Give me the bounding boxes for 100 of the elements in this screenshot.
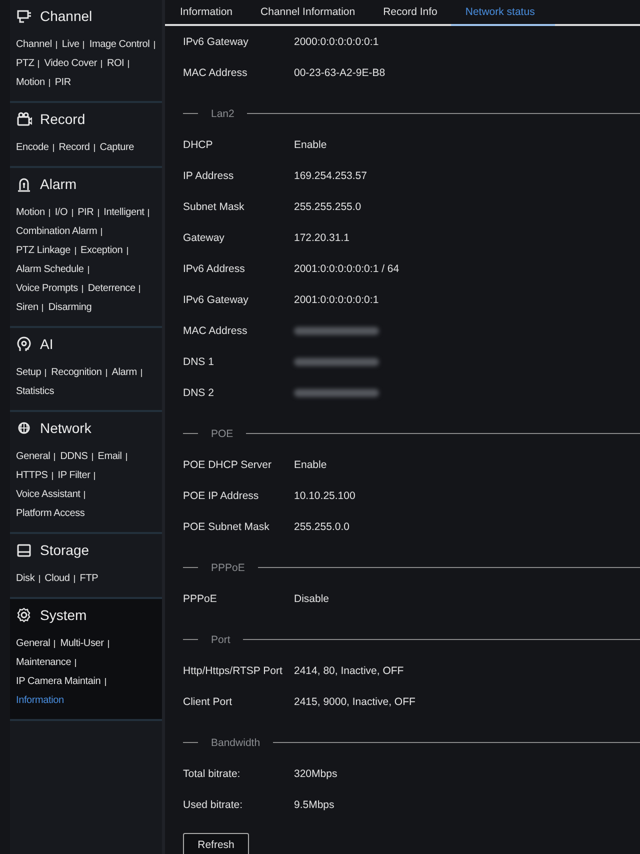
group-title: PPPoE	[211, 562, 245, 574]
field-label: IPv6 Gateway	[183, 294, 250, 306]
menu-link[interactable]: PIR	[78, 203, 94, 222]
field-label: IP Address	[183, 170, 235, 182]
field-value: 320Mbps	[294, 768, 338, 780]
field-value: 10.10.25.100	[294, 490, 356, 502]
field-label: Subnet Mask	[183, 200, 246, 212]
field-label: DNS 1	[183, 356, 215, 368]
field-label: IPv6 Gateway	[183, 36, 250, 48]
menu-link[interactable]: Information	[16, 691, 64, 710]
menu-link[interactable]: Intelligent	[104, 203, 144, 222]
field-label: DNS 2	[183, 386, 215, 398]
menu-link[interactable]: Maintenance	[16, 653, 72, 672]
tab[interactable]: Information	[166, 0, 247, 24]
menu-link[interactable]: Image Control	[89, 35, 150, 54]
group-title: POE	[211, 428, 234, 440]
field-value: Disable	[294, 592, 330, 604]
field-value: 169.254.253.57	[294, 170, 367, 182]
menu-link[interactable]: HTTPS	[16, 466, 48, 485]
field-value: 2001:0:0:0:0:0:0:1 / 64	[294, 262, 400, 274]
field-label: DHCP	[183, 138, 214, 150]
field-value: Enable	[294, 138, 327, 150]
menu-link[interactable]: General	[16, 634, 50, 653]
menu-link[interactable]: ROI	[106, 54, 124, 73]
video-camera-icon	[16, 111, 32, 127]
gear-icon	[16, 607, 32, 623]
menu-link[interactable]: Channel	[16, 35, 52, 54]
field-label: Gateway	[183, 232, 226, 244]
menu-link[interactable]: Alarm Schedule	[16, 260, 84, 279]
menu-link[interactable]: Motion	[16, 73, 45, 92]
field-value: 172.20.31.1	[294, 232, 350, 244]
section-title: AI	[40, 336, 54, 352]
field-value: 2414, 80, Inactive, OFF	[294, 664, 404, 676]
menu-link[interactable]: IP Camera Maintain	[16, 672, 101, 691]
field-value: Enable	[294, 458, 327, 470]
menu-link[interactable]: Multi-User	[60, 634, 104, 653]
field-label: POE IP Address	[183, 490, 260, 502]
tab[interactable]: Channel Information	[246, 0, 370, 24]
menu-link[interactable]: Siren	[16, 298, 38, 317]
menu-link[interactable]: PTZ	[16, 54, 34, 73]
menu-link[interactable]: Disk	[16, 569, 35, 588]
menu-link[interactable]: Capture	[100, 138, 134, 157]
field-value: 255.255.255.0	[294, 200, 362, 212]
section-title: Network	[40, 420, 92, 436]
menu-link[interactable]: Setup	[16, 363, 42, 382]
menu-link[interactable]: Email	[98, 447, 122, 466]
field-label: PPPoE	[183, 592, 218, 604]
menu-link[interactable]: Cloud	[44, 569, 70, 588]
menu-link[interactable]: FTP	[80, 569, 98, 588]
field-value: 9.5Mbps	[294, 798, 334, 810]
menu-link[interactable]: Alarm	[112, 363, 137, 382]
field-label: POE DHCP Server	[183, 458, 272, 470]
camera-icon	[16, 8, 32, 24]
field-label: MAC Address	[183, 324, 248, 336]
field-label: MAC Address	[183, 66, 248, 78]
menu-link[interactable]: I/O	[54, 203, 68, 222]
field-value: 255.255.0.0	[294, 520, 350, 532]
menu-link[interactable]: Voice Assistant	[16, 485, 80, 504]
section-title: Alarm	[40, 176, 77, 192]
field-value: 2000:0:0:0:0:0:0:1	[294, 36, 379, 48]
refresh-button[interactable]: Refresh	[183, 833, 249, 854]
field-value: 00-23-63-A2-9E-B8	[294, 66, 386, 78]
section-title: Channel	[40, 8, 92, 24]
field-label: Total bitrate:	[183, 768, 242, 780]
tab[interactable]: Record Info	[369, 0, 452, 24]
field-label: POE Subnet Mask	[183, 520, 270, 532]
group-title: Port	[211, 634, 230, 646]
field-value: 2415, 9000, Inactive, OFF	[294, 696, 416, 708]
field-label: Http/Https/RTSP Port	[183, 664, 284, 676]
menu-link[interactable]: Combination Alarm	[16, 222, 98, 241]
menu-link[interactable]: PIR	[54, 73, 71, 92]
menu-link[interactable]: IP Filter	[58, 466, 90, 485]
field-value: 2001:0:0:0:0:0:0:1	[294, 294, 379, 306]
menu-link[interactable]: Live	[62, 35, 80, 54]
menu-link[interactable]: Platform Access	[16, 504, 85, 523]
tab[interactable]: Network status	[451, 0, 555, 26]
menu-link[interactable]: Statistics	[16, 382, 54, 401]
field-label: Client Port	[183, 696, 234, 708]
section-title: System	[40, 607, 87, 623]
group-title: Bandwidth	[211, 736, 260, 748]
menu-link[interactable]: General	[16, 447, 50, 466]
group-title: Lan2	[211, 108, 234, 120]
section-title: Storage	[40, 542, 90, 558]
globe-icon	[16, 420, 32, 436]
menu-link[interactable]: Exception	[80, 241, 123, 260]
menu-link[interactable]: PTZ Linkage	[16, 241, 70, 260]
field-label: Used bitrate:	[183, 798, 244, 810]
section-title: Record	[40, 111, 86, 127]
menu-link[interactable]: Video Cover	[44, 54, 97, 73]
menu-link[interactable]: Voice Prompts	[16, 279, 78, 298]
ai-head-icon	[16, 336, 32, 352]
menu-link[interactable]: Record	[58, 138, 90, 157]
menu-link[interactable]: Recognition	[51, 363, 102, 382]
menu-link[interactable]: Motion	[16, 203, 45, 222]
menu-link[interactable]: Disarming	[48, 298, 92, 317]
field-label: IPv6 Address	[183, 262, 246, 274]
menu-link[interactable]: DDNS	[60, 447, 88, 466]
hard-drive-icon	[16, 542, 32, 558]
menu-link[interactable]: Encode	[16, 138, 49, 157]
menu-link[interactable]: Deterrence	[88, 279, 136, 298]
